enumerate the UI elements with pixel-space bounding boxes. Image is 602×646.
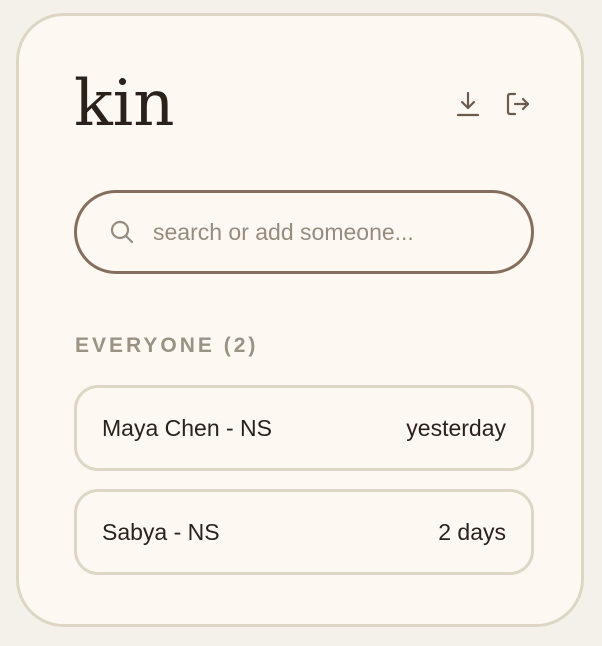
search-box	[74, 190, 534, 274]
search-input[interactable]	[153, 218, 493, 246]
section-heading: EVERYONE (2)	[75, 334, 259, 357]
logout-icon	[504, 90, 532, 118]
logout-button[interactable]	[503, 89, 533, 119]
person-name: Sabya - NS	[102, 518, 220, 545]
download-button[interactable]	[453, 89, 483, 119]
person-row[interactable]: Maya Chen - NS yesterday	[74, 385, 534, 471]
app-logo: kin	[74, 67, 175, 141]
person-last-contact: yesterday	[406, 414, 506, 441]
person-last-contact: 2 days	[438, 518, 506, 545]
person-name: Maya Chen - NS	[102, 414, 273, 441]
download-icon	[455, 90, 481, 118]
main-card: kin EVERYONE (2) Ma	[16, 13, 584, 627]
person-row[interactable]: Sabya - NS 2 days	[74, 489, 534, 575]
search-icon	[109, 219, 135, 245]
